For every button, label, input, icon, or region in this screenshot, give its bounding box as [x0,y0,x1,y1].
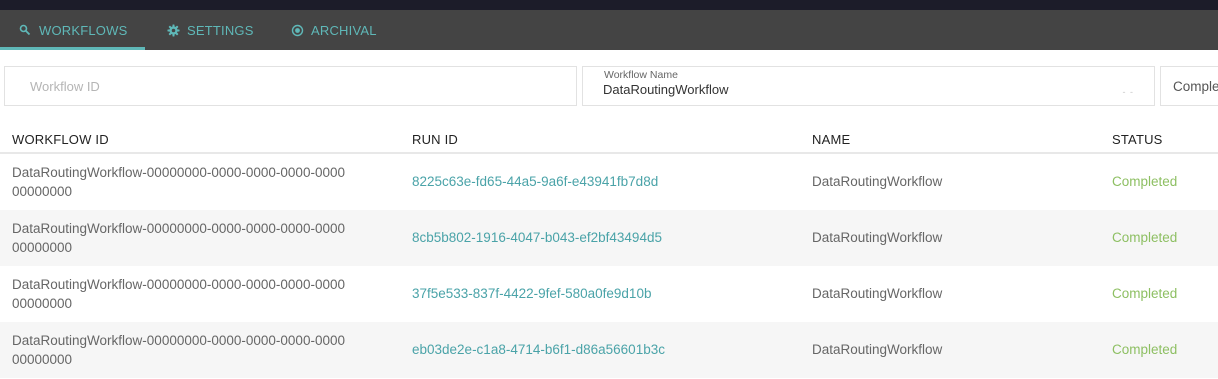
column-header-workflow-id[interactable]: WORKFLOW ID [12,132,109,147]
column-header-status[interactable]: STATUS [1112,132,1163,147]
gear-icon [166,23,180,37]
workflow-id-cell: DataRoutingWorkflow-00000000-0000-0000-0… [12,277,345,311]
workflow-id-cell: DataRoutingWorkflow-00000000-0000-0000-0… [12,165,345,199]
clear-icon[interactable]: - - [1123,87,1135,97]
run-id-link[interactable]: 8cb5b802-1916-4047-b043-ef2bf43494d5 [412,228,662,247]
table-row[interactable]: DataRoutingWorkflow-00000000-0000-0000-0… [0,322,1218,378]
table-header: WORKFLOW ID RUN ID NAME STATUS [0,126,1218,154]
filter-bar: Workflow Name - - Comple [0,50,1218,120]
top-strip [0,0,1218,10]
run-id-link[interactable]: 8225c63e-fd65-44a5-9a6f-e43941fb7d8d [412,172,658,191]
run-id-link[interactable]: 37f5e533-837f-4422-9fef-580a0fe9d10b [412,284,651,303]
status-select[interactable]: Comple [1160,66,1218,106]
column-header-run-id[interactable]: RUN ID [412,132,458,147]
column-header-name[interactable]: NAME [812,132,850,147]
name-cell: DataRoutingWorkflow [812,342,943,357]
status-cell: Completed [1112,286,1178,301]
archive-icon [290,23,304,37]
workflow-name-input[interactable] [601,81,1105,98]
name-cell: DataRoutingWorkflow [812,286,943,301]
workflow-name-field[interactable]: Workflow Name - - [582,66,1155,106]
workflow-name-label: Workflow Name [604,69,678,81]
tab-archival[interactable]: ARCHIVAL [290,10,377,50]
search-icon [18,23,32,37]
status-select-value: Comple [1173,79,1218,94]
workflow-id-cell: DataRoutingWorkflow-00000000-0000-0000-0… [12,333,345,367]
name-cell: DataRoutingWorkflow [812,174,943,189]
nav-bar: WORKFLOWS SETTINGS ARCHIVAL [0,10,1218,50]
table-row[interactable]: DataRoutingWorkflow-00000000-0000-0000-0… [0,210,1218,266]
table-row[interactable]: DataRoutingWorkflow-00000000-0000-0000-0… [0,154,1218,210]
tab-workflows-label: WORKFLOWS [39,22,128,38]
status-cell: Completed [1112,230,1178,245]
tab-settings-label: SETTINGS [187,22,254,38]
tab-workflows[interactable]: WORKFLOWS [18,10,127,50]
workflow-id-input[interactable] [28,78,552,95]
workflow-id-field[interactable] [4,66,577,106]
workflow-id-cell: DataRoutingWorkflow-00000000-0000-0000-0… [12,221,345,255]
tab-settings[interactable]: SETTINGS [166,10,254,50]
run-id-link[interactable]: eb03de2e-c1a8-4714-b6f1-d86a56601b3c [412,340,665,359]
table-row[interactable]: DataRoutingWorkflow-00000000-0000-0000-0… [0,266,1218,322]
tab-archival-label: ARCHIVAL [311,22,377,38]
status-cell: Completed [1112,174,1178,189]
name-cell: DataRoutingWorkflow [812,230,943,245]
status-cell: Completed [1112,342,1178,357]
